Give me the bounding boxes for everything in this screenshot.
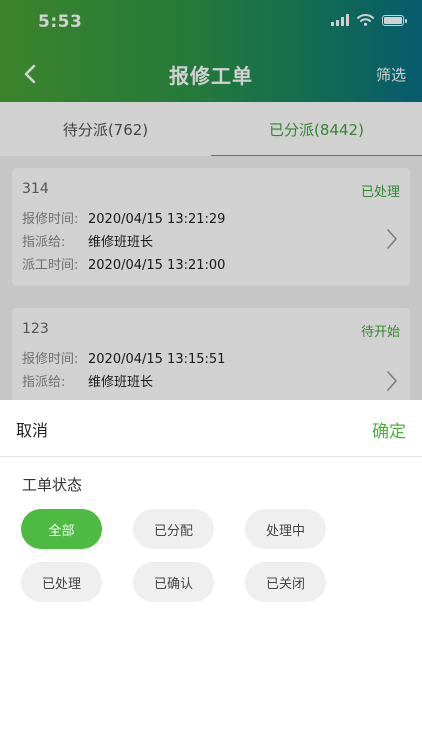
confirm-button[interactable]: 确定	[372, 417, 406, 442]
status-option-closed[interactable]: 已关闭	[245, 562, 326, 602]
modal-backdrop[interactable]	[0, 0, 422, 400]
filter-sheet: 取消 确定 工单状态 全部 已分配 处理中 已处理 已确认 已关闭	[0, 400, 422, 750]
cancel-button[interactable]: 取消	[16, 417, 48, 441]
status-option-processed[interactable]: 已处理	[21, 562, 102, 602]
status-option-all[interactable]: 全部	[21, 509, 102, 549]
status-option-assigned[interactable]: 已分配	[133, 509, 214, 549]
status-option-processing[interactable]: 处理中	[245, 509, 326, 549]
status-option-confirmed[interactable]: 已确认	[133, 562, 214, 602]
sheet-header: 取消 确定	[0, 400, 422, 457]
section-title: 工单状态	[22, 476, 83, 494]
